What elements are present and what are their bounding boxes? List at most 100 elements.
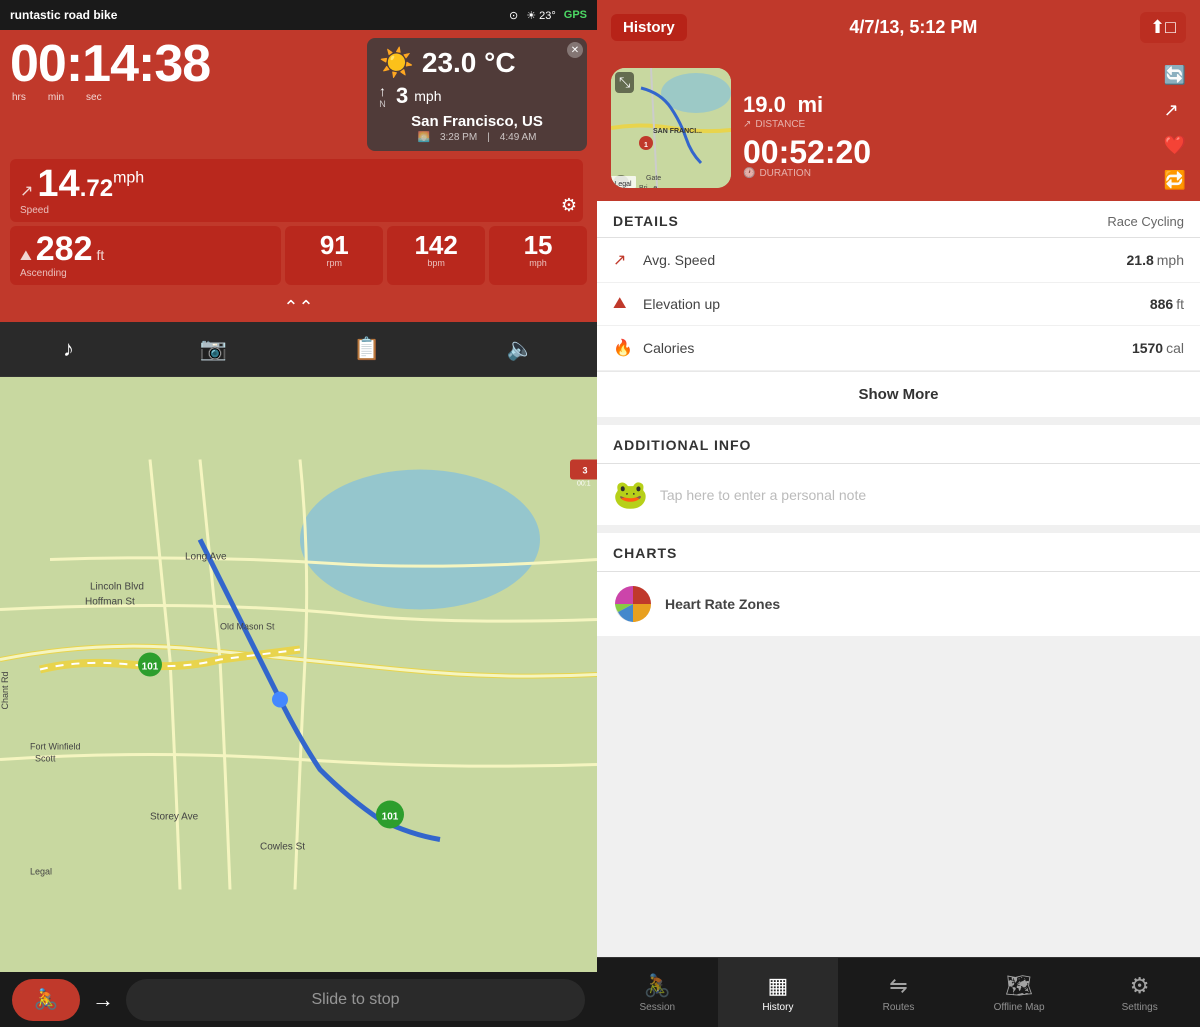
speed-value: 14.72mph xyxy=(37,165,144,203)
avg-speed-row: ↗ Avg. Speed 21.8 mph xyxy=(597,238,1200,283)
svg-text:Legal: Legal xyxy=(614,181,632,188)
note-row[interactable]: 🐸 Tap here to enter a personal note xyxy=(597,464,1200,525)
settings-tab-icon: ⚙ xyxy=(1130,973,1150,999)
share-side-icon[interactable]: 🔁 xyxy=(1164,170,1186,191)
weather-top: ☀️ 23.0 °C xyxy=(379,46,575,79)
speed-row: ↗ 14.72mph Speed ⚙ xyxy=(10,159,587,222)
ascending-icon: ⛰ xyxy=(20,247,32,264)
heart-rate-chart-icon xyxy=(613,584,653,624)
route-icon[interactable]: 📋 xyxy=(353,336,380,362)
sunrise-time: 3:28 PM xyxy=(440,132,477,143)
routes-tab-icon: ⇋ xyxy=(889,973,907,999)
calories-row: 🔥 Calories 1570 cal xyxy=(597,326,1200,371)
sunrise-icon: 🌅 xyxy=(417,132,429,143)
voice-icon[interactable]: 🔈 xyxy=(507,336,534,362)
stop-button[interactable]: 🚴 xyxy=(12,979,80,1021)
max-speed-metric: 15 mph xyxy=(489,226,587,285)
timer-labels: hrs min sec xyxy=(10,92,210,103)
details-section: DETAILS Race Cycling ↗ Avg. Speed 21.8 m… xyxy=(597,201,1200,417)
avg-speed-icon: ↗ xyxy=(613,250,643,270)
note-emoji-icon: 🐸 xyxy=(613,478,648,511)
slide-text[interactable]: Slide to stop xyxy=(126,979,585,1021)
tab-history[interactable]: ▦ History xyxy=(718,958,839,1027)
tab-offline-map[interactable]: 🗺 Offline Map xyxy=(959,958,1080,1027)
map-area[interactable]: 101 101 Lincoln Blvd Hoffman St Long Ave… xyxy=(0,377,597,972)
summary-side-icons: 🔄 ↗ ❤️ 🔁 xyxy=(1164,65,1186,191)
timer-value: 00:14:38 xyxy=(10,38,210,90)
speed-metric-box: ↗ 14.72mph Speed ⚙ xyxy=(10,159,583,222)
tab-routes[interactable]: ⇋ Routes xyxy=(838,958,959,1027)
toolbar: ♪ 📷 📋 🔈 xyxy=(0,322,597,377)
map-thumbnail[interactable]: ⤡ L Gate Bri...e SAN FRANCI... 1 Legal xyxy=(611,68,731,188)
avg-speed-label: Avg. Speed xyxy=(643,252,1127,268)
camera-icon[interactable]: 📷 xyxy=(200,336,227,362)
distance-label: ↗ DISTANCE xyxy=(743,119,1152,130)
max-speed-value: 15 xyxy=(497,232,579,258)
gear-icon[interactable]: ⚙ xyxy=(561,195,577,216)
ascending-row: ⛰ 282 ft Ascending 91 rpm 142 bpm 15 mph xyxy=(10,226,587,293)
status-right: ⊙ ☀ 23° GPS xyxy=(509,9,587,22)
weather-status: ☀ 23° xyxy=(526,9,556,22)
activity-summary: ⤡ L Gate Bri...e SAN FRANCI... 1 Legal xyxy=(597,55,1200,201)
route-side-icon[interactable]: ↗ xyxy=(1164,100,1186,121)
elevation-unit: ft xyxy=(1176,296,1184,312)
calories-label: Calories xyxy=(643,340,1132,356)
max-speed-label: mph xyxy=(497,258,579,268)
bpm-label: bpm xyxy=(395,258,477,268)
metrics-area: 00:14:38 hrs min sec ✕ ☀️ 23.0 °C ↑ N xyxy=(0,30,597,293)
routes-tab-label: Routes xyxy=(883,1002,915,1013)
tab-session[interactable]: 🚴 Session xyxy=(597,958,718,1027)
weather-speed-row: ↑ N 3 mph xyxy=(379,83,575,109)
timer-row: 00:14:38 hrs min sec ✕ ☀️ 23.0 °C ↑ N xyxy=(10,38,587,151)
show-more-button[interactable]: Show More xyxy=(597,371,1200,417)
wind-speed: 3 xyxy=(396,83,408,109)
calories-icon: 🔥 xyxy=(613,338,643,358)
right-header: History 4/7/13, 5:12 PM ⬆□ xyxy=(597,0,1200,55)
heart-icon[interactable]: ❤️ xyxy=(1164,135,1186,156)
weather-icon: ☀️ xyxy=(379,46,414,79)
settings-tab-label: Settings xyxy=(1122,1002,1158,1013)
bpm-metric: 142 bpm xyxy=(387,226,485,285)
history-button[interactable]: History xyxy=(611,14,687,41)
svg-text:Hoffman St: Hoffman St xyxy=(85,597,135,608)
sync-icon[interactable]: 🔄 xyxy=(1164,65,1186,86)
activity-date: 4/7/13, 5:12 PM xyxy=(849,17,977,38)
slide-bar: 🚴 → Slide to stop xyxy=(0,972,597,1027)
ascending-value: 282 xyxy=(36,232,93,266)
tab-settings[interactable]: ⚙ Settings xyxy=(1079,958,1200,1027)
details-title: DETAILS xyxy=(613,213,679,229)
ascending-display: ⛰ 282 ft xyxy=(20,232,271,266)
wind-unit: mph xyxy=(414,88,441,104)
sec-label: sec xyxy=(86,92,102,103)
avg-speed-value: 21.8 xyxy=(1127,252,1154,268)
offline-map-tab-icon: 🗺 xyxy=(1005,973,1033,999)
svg-text:1: 1 xyxy=(644,142,648,149)
bpm-value: 142 xyxy=(395,232,477,258)
heart-rate-zones-label: Heart Rate Zones xyxy=(665,596,780,612)
tab-bar: 🚴 Session ▦ History ⇋ Routes 🗺 Offline M… xyxy=(597,957,1200,1027)
details-header: DETAILS Race Cycling xyxy=(597,201,1200,238)
svg-text:Fort Winfield: Fort Winfield xyxy=(30,742,81,752)
speed-integer: 14 xyxy=(37,163,79,205)
offline-map-tab-label: Offline Map xyxy=(994,1002,1045,1013)
compass-icon: ⊙ xyxy=(509,9,518,22)
route-icon-label: ↗ xyxy=(743,119,751,130)
svg-text:SAN FRANCI...: SAN FRANCI... xyxy=(653,128,702,135)
history-tab-icon: ▦ xyxy=(767,973,788,999)
weather-temp: 23.0 °C xyxy=(422,47,516,79)
charts-title: CHARTS xyxy=(613,545,677,561)
session-tab-icon: 🚴 xyxy=(644,973,671,999)
charts-header: CHARTS xyxy=(597,533,1200,572)
heart-rate-chart-row[interactable]: Heart Rate Zones xyxy=(597,572,1200,636)
show-more-label: Show More xyxy=(858,386,938,403)
music-icon[interactable]: ♪ xyxy=(63,336,74,362)
location-name: San Francisco, US xyxy=(379,113,575,130)
elevation-icon: ⛰ xyxy=(613,295,643,313)
share-button[interactable]: ⬆□ xyxy=(1140,12,1186,43)
close-weather-button[interactable]: ✕ xyxy=(567,42,583,58)
chevron-bar[interactable]: ⌃⌃ xyxy=(0,293,597,322)
history-tab-label: History xyxy=(762,1002,793,1013)
svg-text:Scott: Scott xyxy=(35,754,56,764)
share-icon: ⬆□ xyxy=(1150,17,1176,37)
chevron-up-icon: ⌃⌃ xyxy=(283,297,313,318)
